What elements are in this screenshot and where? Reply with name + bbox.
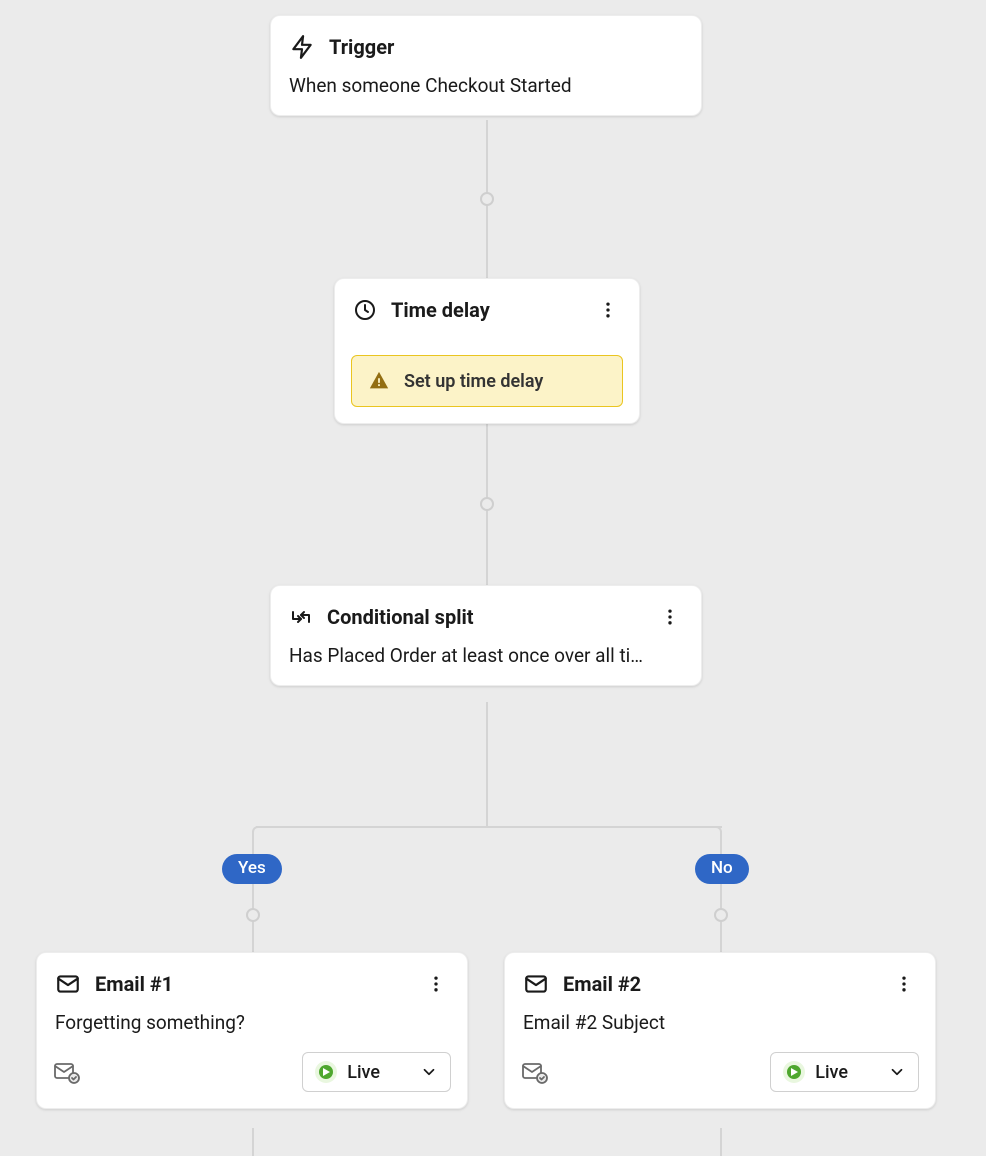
more-actions-button[interactable] [595,297,621,323]
status-live-icon [783,1061,805,1083]
connector-line [720,1128,722,1156]
email1-title: Email #1 [95,972,423,996]
trigger-card[interactable]: Trigger When someone Checkout Started [270,15,702,116]
more-actions-button[interactable] [891,971,917,997]
email1-card[interactable]: Email #1 Forgetting something? Live [36,952,468,1109]
status-select[interactable]: Live [302,1052,451,1092]
email2-subject: Email #2 Subject [505,997,935,1052]
more-actions-button[interactable] [657,604,683,630]
warning-icon [368,370,390,392]
add-step-node[interactable] [714,908,728,922]
connector-line [252,1128,254,1156]
status-live-icon [315,1061,337,1083]
clock-icon [353,298,377,322]
mail-icon [55,971,81,997]
time-delay-warning[interactable]: Set up time delay [351,355,623,407]
conditional-split-title: Conditional split [327,605,657,629]
status-text: Live [347,1062,380,1083]
time-delay-title: Time delay [391,298,595,322]
split-icon [289,605,313,629]
bolt-icon [289,34,315,60]
email2-title: Email #2 [563,972,891,996]
more-actions-button[interactable] [423,971,449,997]
conditional-split-card[interactable]: Conditional split Has Placed Order at le… [270,585,702,686]
time-delay-warning-text: Set up time delay [404,371,543,392]
conditional-split-description: Has Placed Order at least once over all … [271,630,701,685]
connector-line-horizontal [256,826,722,828]
mail-status-icon[interactable] [521,1060,549,1084]
connector-line [252,832,254,954]
email1-subject: Forgetting something? [37,997,467,1052]
branch-label-no: No [695,854,749,884]
branch-label-yes: Yes [222,854,282,884]
trigger-title: Trigger [329,35,683,59]
mail-status-icon[interactable] [53,1060,81,1084]
connector-line [486,702,488,828]
chevron-down-icon [888,1063,906,1081]
email2-card[interactable]: Email #2 Email #2 Subject Live [504,952,936,1109]
add-step-node[interactable] [480,192,494,206]
chevron-down-icon [420,1063,438,1081]
trigger-description: When someone Checkout Started [271,60,701,115]
add-step-node[interactable] [246,908,260,922]
connector-line [720,832,722,954]
status-select[interactable]: Live [770,1052,919,1092]
status-text: Live [815,1062,848,1083]
add-step-node[interactable] [480,497,494,511]
time-delay-card[interactable]: Time delay Set up time delay [334,278,640,424]
mail-icon [523,971,549,997]
